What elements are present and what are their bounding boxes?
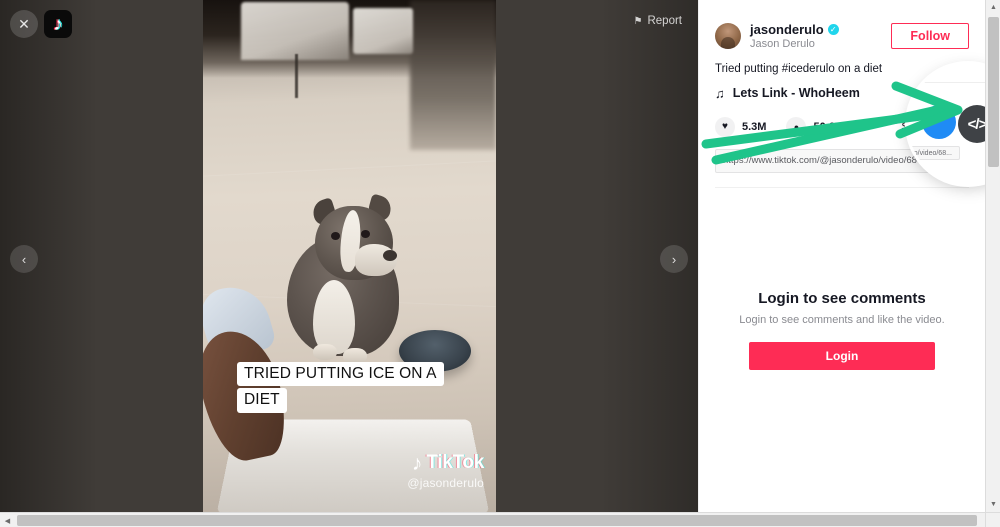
caption-line-1: TRIED PUTTING ICE ON A — [237, 362, 444, 387]
horizontal-scrollbar[interactable]: ◀ ▶ — [0, 512, 1000, 527]
comment-icon: ● — [786, 116, 807, 137]
chevron-left-icon: ‹ — [21, 251, 27, 267]
music-title: Lets Link - WhoHeem — [732, 86, 860, 101]
report-label: Report — [647, 15, 682, 27]
comment-count: 50.6K — [813, 120, 843, 133]
panel-divider — [715, 186, 969, 188]
dog-eye-left — [331, 232, 340, 240]
comments-login-prompt: Login to see comments Login to see comme… — [699, 290, 985, 370]
scroll-left-icon: ◀ — [4, 517, 11, 525]
magnified-link-text: rulo/video/68... — [908, 150, 952, 157]
chevron-right-icon: › — [671, 251, 677, 267]
report-button[interactable]: ⚑ Report — [634, 15, 683, 27]
heart-icon: ♥ — [715, 116, 735, 137]
video-chair-leg — [295, 54, 298, 98]
close-icon[interactable]: ✕ — [10, 10, 38, 38]
dog-eye-right — [361, 230, 370, 238]
video-player[interactable]: TRIED PUTTING ICE ON A DIET ♪ TikTok @ja… — [203, 0, 496, 512]
magnified-share-icon — [922, 105, 956, 139]
scroll-up-icon: ▲ — [990, 4, 997, 11]
video-wall — [410, 0, 496, 150]
verified-badge-icon: ✓ — [827, 24, 839, 35]
scroll-left-button[interactable]: ◀ — [0, 513, 15, 527]
previous-video-button[interactable]: ‹ — [10, 245, 38, 273]
scroll-down-button[interactable]: ▼ — [986, 497, 1000, 512]
author-names: jasonderulo ✓ Jason Derulo — [750, 22, 891, 50]
video-chair-1 — [241, 2, 349, 60]
scroll-down-icon: ▼ — [990, 501, 997, 508]
comment-stat[interactable]: ● 50.6K — [786, 116, 843, 137]
video-chair-2 — [353, 8, 413, 54]
caption-line-2: DIET — [237, 388, 287, 413]
login-prompt-title: Login to see comments — [758, 290, 926, 307]
scroll-up-button[interactable]: ▲ — [986, 0, 1000, 15]
login-prompt-subtitle: Login to see comments and like the video… — [739, 314, 945, 326]
like-stat[interactable]: ♥ 5.3M — [715, 116, 767, 137]
vertical-scrollbar[interactable]: ▲ ▼ — [985, 0, 1000, 512]
dog-paw-left — [313, 344, 337, 360]
horizontal-scrollbar-thumb[interactable] — [17, 515, 977, 526]
tiktok-video-page: TRIED PUTTING ICE ON A DIET ♪ TikTok @ja… — [0, 0, 1000, 527]
tiktok-logo-glyph: ♪ — [53, 13, 63, 35]
flag-icon: ⚑ — [633, 15, 643, 27]
close-glyph: ✕ — [18, 16, 30, 32]
follow-button[interactable]: Follow — [891, 23, 969, 49]
tiktok-logo-icon[interactable]: ♪ — [44, 10, 72, 38]
video-stage: TRIED PUTTING ICE ON A DIET ♪ TikTok @ja… — [0, 0, 698, 512]
scrollbar-corner — [985, 512, 1000, 527]
author-display-name: Jason Derulo — [750, 38, 815, 50]
login-button[interactable]: Login — [749, 342, 935, 370]
dog-nose — [383, 250, 397, 261]
embed-code-icon: </> — [967, 115, 988, 133]
vertical-scrollbar-thumb[interactable] — [988, 17, 999, 167]
music-note-icon: ♫ — [715, 85, 725, 101]
avatar[interactable] — [715, 23, 741, 49]
author-row: jasonderulo ✓ Jason Derulo Follow — [699, 0, 985, 50]
video-caption-overlay: TRIED PUTTING ICE ON A DIET — [237, 362, 469, 413]
magnified-link-box: rulo/video/68... — [908, 146, 960, 160]
next-video-button[interactable]: › — [660, 245, 688, 273]
video-dog — [269, 176, 421, 364]
like-count: 5.3M — [742, 120, 767, 133]
author-username[interactable]: jasonderulo — [750, 22, 824, 37]
